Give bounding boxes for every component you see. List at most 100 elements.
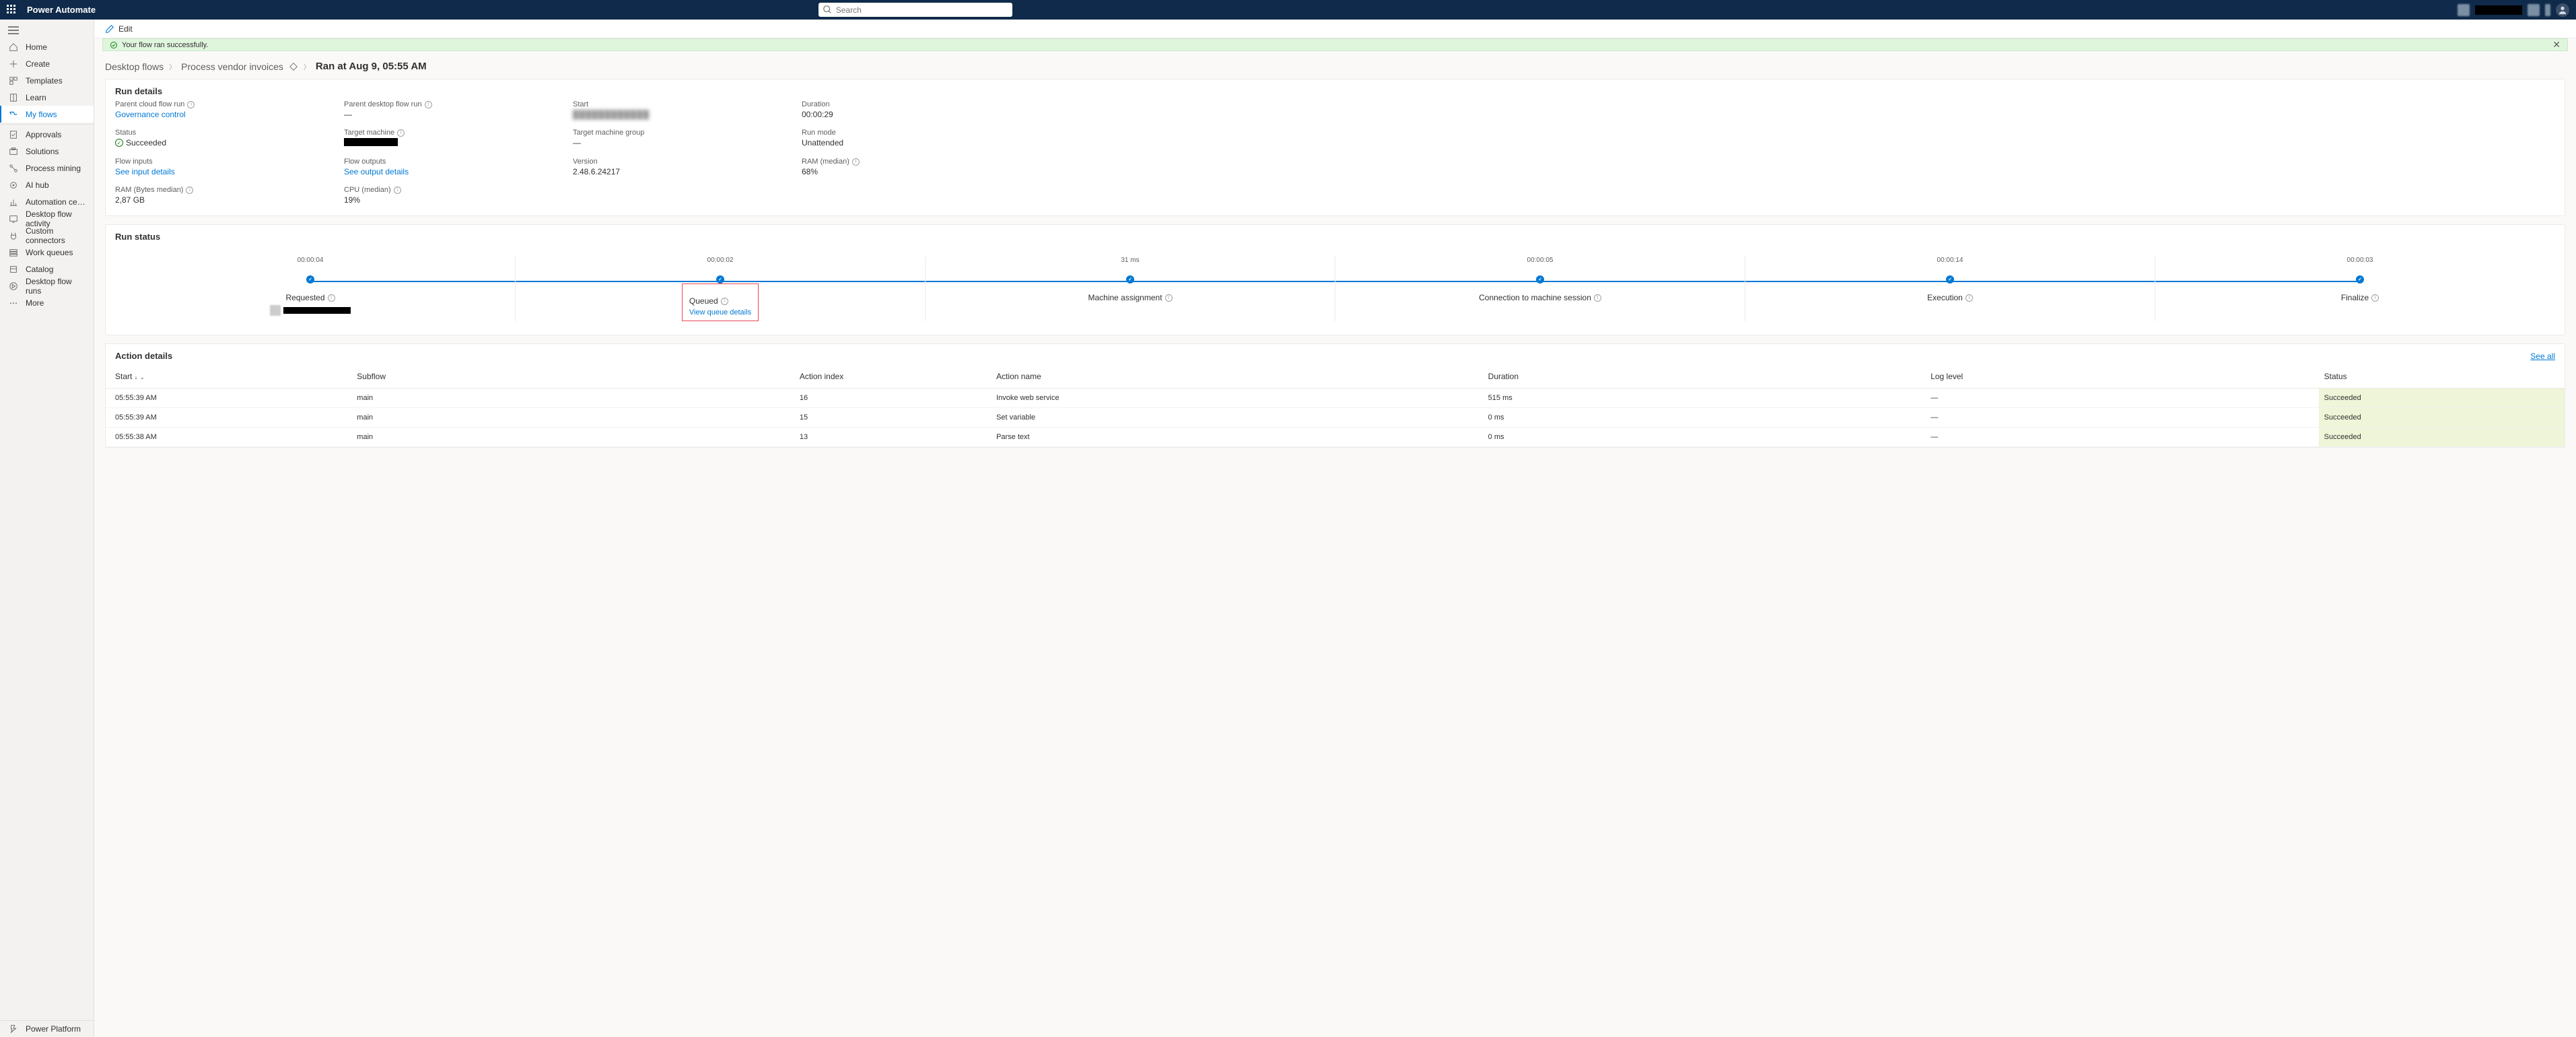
flowin-link[interactable]: See input details — [115, 167, 344, 176]
nav-desktop-flow-runs[interactable]: Desktop flow runs — [0, 277, 94, 294]
table-row[interactable]: 05:55:38 AM main 13 Parse text 0 ms — Su… — [106, 428, 2565, 447]
info-icon[interactable]: i — [394, 187, 401, 194]
nav-desktop-flow-activity[interactable]: Desktop flow activity — [0, 210, 94, 227]
breadcrumb-flow-name[interactable]: Process vendor invoices — [181, 61, 283, 72]
col-duration[interactable]: Duration — [1483, 365, 1926, 389]
table-row[interactable]: 05:55:39 AM main 15 Set variable 0 ms — … — [106, 408, 2565, 428]
info-icon[interactable]: i — [852, 158, 860, 166]
queued-highlight-box: Queuedi View queue details — [682, 283, 759, 321]
nav-my-flows[interactable]: My flows — [0, 106, 94, 123]
settings-icon[interactable] — [2528, 4, 2540, 16]
nav-power-platform[interactable]: Power Platform — [0, 1020, 94, 1037]
col-status[interactable]: Status — [2319, 365, 2565, 389]
nav-home[interactable]: Home — [0, 38, 94, 55]
success-notification: Your flow ran successfully. ✕ — [102, 38, 2568, 51]
cell-subflow: main — [351, 428, 794, 447]
info-icon[interactable]: i — [186, 187, 193, 194]
run-status-timeline: 00:00:04 Requestedi 00:00:02 Queuedi Vie… — [106, 257, 2565, 321]
top-header: Power Automate — [0, 0, 2576, 20]
cell-index: 13 — [794, 428, 991, 447]
info-icon[interactable]: i — [187, 101, 195, 108]
target-machine-label: Target machine — [344, 129, 394, 137]
stage-machine-assignment: 31 ms Machine assignmenti — [925, 257, 1335, 321]
version-label: Version — [573, 158, 598, 166]
search-wrapper — [819, 3, 1012, 17]
nav-automation-center[interactable]: Automation center (previe... — [0, 193, 94, 210]
flowout-link[interactable]: See output details — [344, 167, 573, 176]
stage-label: Execution — [1927, 293, 1963, 302]
avatar[interactable] — [2556, 3, 2569, 17]
success-icon — [110, 41, 118, 49]
nav-work-queues[interactable]: Work queues — [0, 244, 94, 261]
col-log[interactable]: Log level — [1925, 365, 2318, 389]
duration-label: Duration — [802, 100, 830, 108]
nav-more[interactable]: ⋯More — [0, 294, 94, 311]
env-icon[interactable] — [2458, 4, 2470, 16]
person-icon — [2558, 5, 2567, 15]
see-all-link[interactable]: See all — [2530, 352, 2555, 361]
success-check-icon — [115, 139, 123, 147]
premium-icon — [289, 62, 298, 71]
nav-separator — [0, 124, 94, 125]
view-queue-details-link[interactable]: View queue details — [689, 308, 751, 316]
chevron-right-icon: 〉 — [304, 61, 310, 71]
info-icon[interactable]: i — [397, 129, 405, 137]
nav-label: Desktop flow runs — [26, 277, 85, 296]
info-icon[interactable]: i — [721, 298, 728, 305]
stage-duration: 31 ms — [1121, 257, 1139, 264]
run-status-card: Run status 00:00:04 Requestedi 00:00:02 — [105, 224, 2565, 335]
environment-name-redacted[interactable] — [2475, 5, 2522, 15]
pencil-icon — [105, 24, 114, 34]
stage-dot-icon — [1946, 275, 1954, 283]
col-subflow[interactable]: Subflow — [351, 365, 794, 389]
info-icon[interactable]: i — [425, 101, 432, 108]
parent-cloud-value[interactable]: Governance control — [115, 110, 344, 119]
chevron-right-icon: 〉 — [169, 61, 176, 71]
stage-label: Queued — [689, 296, 718, 306]
nav-process-mining[interactable]: Process mining — [0, 160, 94, 176]
cell-status: Succeeded — [2319, 408, 2565, 428]
command-bar: Edit — [94, 20, 2576, 38]
search-input[interactable] — [819, 3, 1012, 17]
stage-duration: 00:00:03 — [2347, 257, 2373, 264]
stage-dot-icon — [306, 275, 314, 283]
waffle-icon[interactable] — [7, 5, 18, 15]
nav-solutions[interactable]: Solutions — [0, 143, 94, 160]
close-icon[interactable]: ✕ — [2552, 39, 2561, 51]
info-icon[interactable]: i — [2371, 294, 2379, 302]
parent-desktop-label: Parent desktop flow run — [344, 100, 422, 108]
info-icon[interactable]: i — [1965, 294, 1973, 302]
ai-icon — [8, 180, 19, 191]
cell-status: Succeeded — [2319, 389, 2565, 408]
nav-catalog[interactable]: Catalog — [0, 261, 94, 277]
nav-custom-connectors[interactable]: Custom connectors — [0, 227, 94, 244]
stage-connection: 00:00:05 Connection to machine sessioni — [1335, 257, 1745, 321]
help-icon[interactable] — [2545, 4, 2550, 16]
stage-dot-icon — [2356, 275, 2364, 283]
requested-by — [270, 305, 351, 316]
book-icon — [8, 92, 19, 103]
info-icon[interactable]: i — [1594, 294, 1601, 302]
nav-ai-hub[interactable]: AI hub — [0, 176, 94, 193]
nav-approvals[interactable]: Approvals — [0, 126, 94, 143]
info-icon[interactable]: i — [1165, 294, 1173, 302]
col-name[interactable]: Action name — [991, 365, 1483, 389]
flowout-label: Flow outputs — [344, 158, 386, 166]
nav-templates[interactable]: Templates — [0, 72, 94, 89]
breadcrumb-desktop-flows[interactable]: Desktop flows — [105, 61, 164, 72]
col-start[interactable]: Start ↓ ⌄ — [106, 365, 351, 389]
table-row[interactable]: 05:55:39 AM main 16 Invoke web service 5… — [106, 389, 2565, 408]
stage-queued: 00:00:02 Queuedi View queue details — [515, 257, 925, 321]
nav-create[interactable]: Create — [0, 55, 94, 72]
nav-label: Desktop flow activity — [26, 209, 85, 228]
edit-button[interactable]: Edit — [105, 24, 133, 34]
info-icon[interactable]: i — [328, 294, 335, 302]
nav-learn[interactable]: Learn — [0, 89, 94, 106]
action-details-card: Action details See all Start ↓ ⌄ Subflow… — [105, 343, 2565, 448]
stage-label: Connection to machine session — [1479, 293, 1591, 302]
hamburger-icon[interactable] — [0, 22, 94, 38]
cell-duration: 515 ms — [1483, 389, 1926, 408]
cpu-label: CPU (median) — [344, 186, 391, 194]
col-index[interactable]: Action index — [794, 365, 991, 389]
ram-median-label: RAM (median) — [802, 158, 849, 166]
